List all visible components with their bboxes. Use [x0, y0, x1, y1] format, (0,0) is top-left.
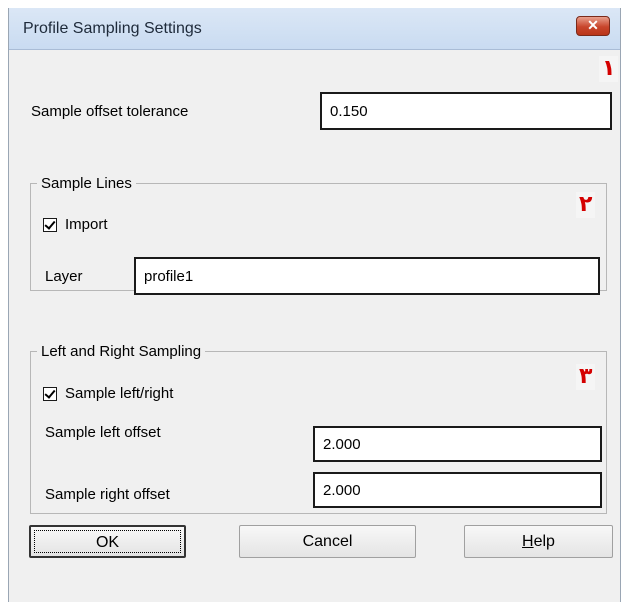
- sample-offset-tolerance-label: Sample offset tolerance: [31, 103, 189, 120]
- marker-one: ١: [599, 56, 619, 82]
- help-mnemonic: H: [522, 533, 534, 550]
- sample-right-offset-input[interactable]: [313, 472, 602, 508]
- ok-focus-rect: [34, 530, 181, 553]
- left-right-sampling-group: Left and Right Sampling ٣ Sample left/ri…: [30, 342, 607, 514]
- sample-left-offset-input[interactable]: [313, 426, 602, 462]
- help-button[interactable]: Help: [464, 525, 613, 558]
- close-icon: ✕: [587, 17, 599, 33]
- layer-input[interactable]: [134, 257, 600, 295]
- title-bar: Profile Sampling Settings ✕: [9, 8, 620, 50]
- sample-left-offset-label: Sample left offset: [45, 424, 161, 441]
- import-checkbox[interactable]: Import: [43, 216, 108, 233]
- left-right-sampling-legend: Left and Right Sampling: [37, 342, 206, 362]
- profile-sampling-dialog: Profile Sampling Settings ✕ ١ Sample off…: [8, 8, 621, 602]
- cancel-button[interactable]: Cancel: [239, 525, 416, 558]
- close-button[interactable]: ✕: [576, 16, 610, 36]
- marker-three: ٣: [576, 364, 596, 390]
- help-label-rest: elp: [533, 533, 555, 550]
- sample-lines-legend: Sample Lines: [37, 174, 136, 194]
- layer-label: Layer: [45, 268, 83, 285]
- import-checkbox-box[interactable]: [43, 217, 57, 232]
- sample-offset-tolerance-input[interactable]: [320, 92, 612, 130]
- cancel-label: Cancel: [302, 533, 353, 550]
- sample-right-offset-label: Sample right offset: [45, 486, 170, 503]
- marker-two: ٢: [576, 192, 596, 218]
- sample-lines-group: Sample Lines ٢ Import Layer: [30, 174, 607, 295]
- import-label: Import: [65, 216, 108, 233]
- window-title: Profile Sampling Settings: [23, 20, 202, 37]
- ok-button[interactable]: OK: [29, 525, 186, 558]
- sample-left-right-checkbox-box[interactable]: [43, 386, 57, 401]
- sample-left-right-checkbox[interactable]: Sample left/right: [43, 385, 173, 402]
- sample-left-right-label: Sample left/right: [65, 385, 174, 402]
